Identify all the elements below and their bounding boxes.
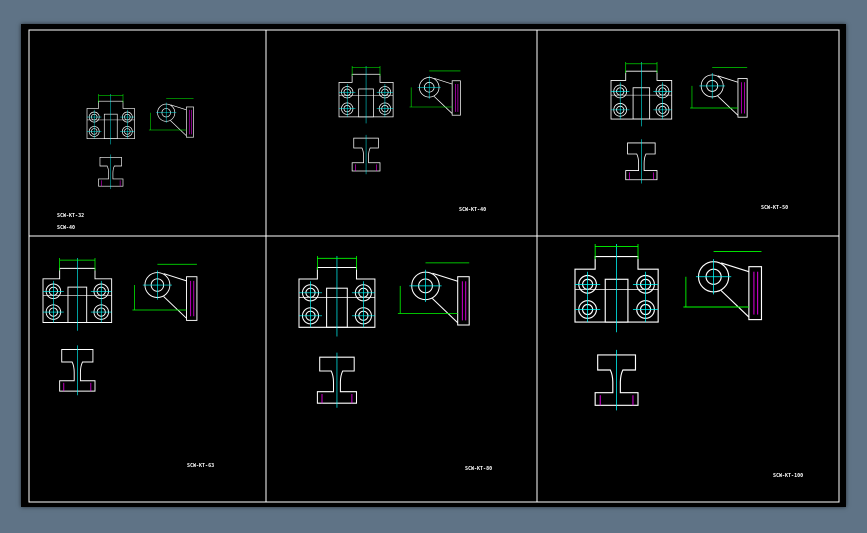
panel-scw-kt-50 [610,62,748,184]
side-view-arm [717,75,739,116]
panel-grid [28,29,840,503]
part-label: SCW-KT-100 [773,473,803,479]
bracket-part-drawing [610,62,748,184]
part-label: SCW-KT-40 [459,207,486,213]
part-label-line1: SCW-KT-32 [57,213,84,219]
bracket-part-drawing [86,94,194,190]
part-label-line2: SCW-40 [57,225,75,231]
side-view-base [451,80,461,116]
panel-scw-kt-100 [574,244,763,411]
panel-scw-kt-40 [338,66,461,175]
side-view-base [457,276,470,326]
panel-scw-kt-32 [86,94,194,190]
side-view-base [186,276,198,321]
bracket-part-drawing [42,258,198,396]
side-view-base [186,106,194,138]
bracket-part-drawing [574,244,763,411]
side-view-arm [433,77,453,114]
side-view-base [748,266,763,321]
side-view-arm [163,273,187,319]
part-label: SCW-KT-63 [187,463,214,469]
side-view-arm [432,272,459,324]
bracket-part-drawing [298,256,470,408]
panel-scw-kt-63 [42,258,198,396]
cad-canvas: SCW-KT-32 SCW-40 SCW-KT-40 SCW-KT-50 SCW… [28,29,840,503]
cad-drawing-frame: SCW-KT-32 SCW-40 SCW-KT-40 SCW-KT-50 SCW… [21,24,846,507]
part-label: SCW-KT-80 [465,466,492,472]
side-view-arm [720,262,750,318]
bracket-part-drawing [338,66,461,175]
panel-scw-kt-80 [298,256,470,408]
part-label: SCW-KT-50 [761,205,788,211]
side-view-arm [170,104,187,136]
side-view-base [737,78,748,118]
